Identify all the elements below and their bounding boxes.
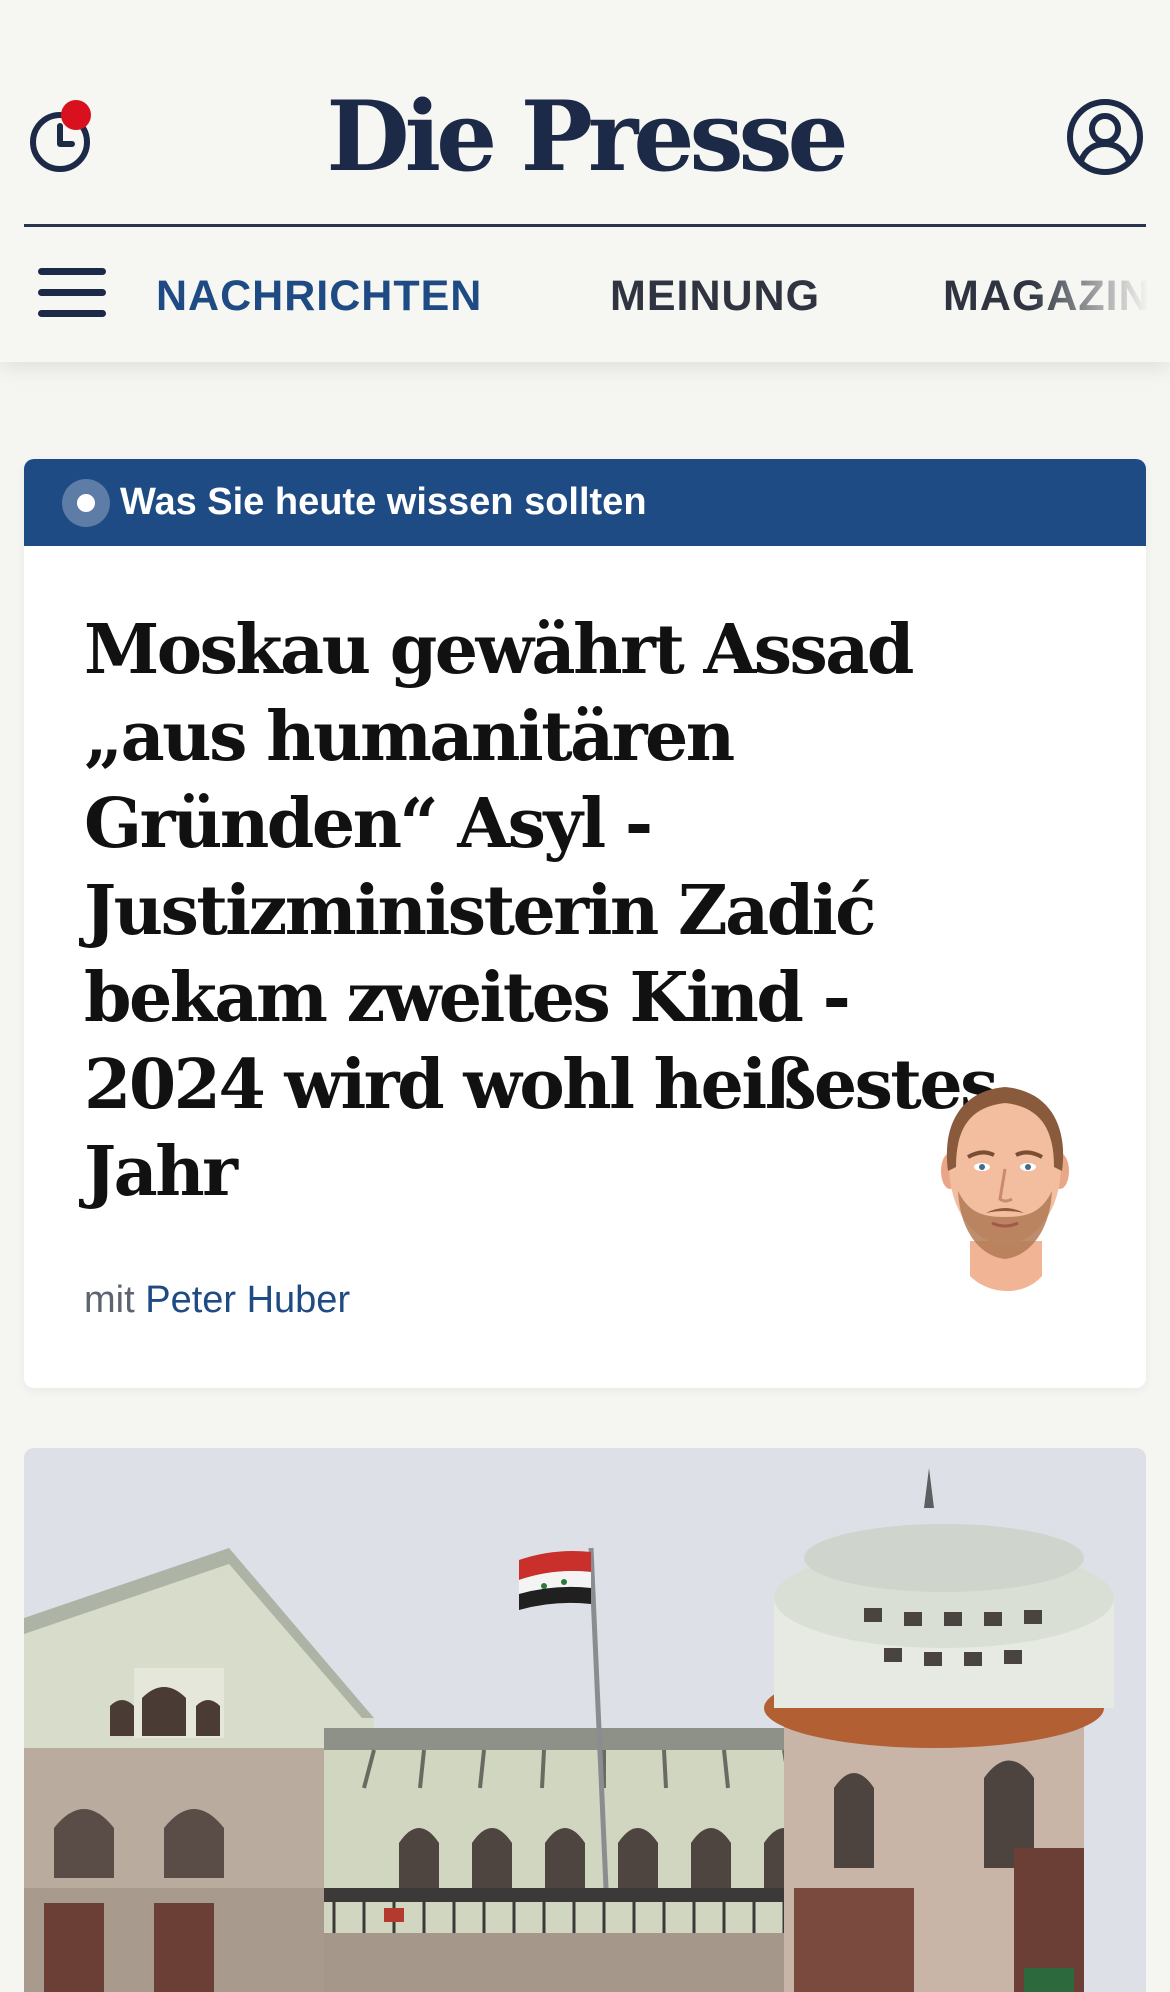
header-divider: [24, 224, 1146, 227]
briefing-bar-label: Was Sie heute wissen sollten: [120, 481, 647, 523]
author-portrait-illustration: [941, 1087, 1069, 1291]
author-avatar: [930, 1071, 1080, 1311]
building-with-syrian-flag-photo: [24, 1448, 1146, 1992]
section-nav: NACHRICHTEN MEINUNG MAGAZIN: [0, 268, 1170, 324]
account-button[interactable]: [1066, 98, 1144, 176]
briefing-bar: Was Sie heute wissen sollten: [24, 459, 1146, 546]
lead-article-image[interactable]: [24, 1448, 1146, 1992]
nav-item-meinung[interactable]: MEINUNG: [610, 268, 820, 324]
user-circle-icon: [1067, 99, 1143, 175]
byline: mit Peter Huber: [84, 1275, 350, 1325]
nav-scroll-fade: [1030, 262, 1170, 332]
byline-prefix: mit: [84, 1279, 135, 1321]
nav-item-nachrichten[interactable]: NACHRICHTEN: [156, 268, 482, 324]
site-logo[interactable]: Die Presse: [0, 82, 1170, 192]
live-dot-icon: [62, 479, 110, 527]
briefing-headline[interactable]: Moskau gewährt Assad „aus humanitären Gr…: [84, 607, 1034, 1216]
author-link[interactable]: Peter Huber: [145, 1279, 350, 1321]
briefing-card[interactable]: Was Sie heute wissen sollten Moskau gewä…: [24, 459, 1146, 1388]
site-header: Die Presse NACHRICHTEN MEINUNG MAGAZIN: [0, 0, 1170, 362]
